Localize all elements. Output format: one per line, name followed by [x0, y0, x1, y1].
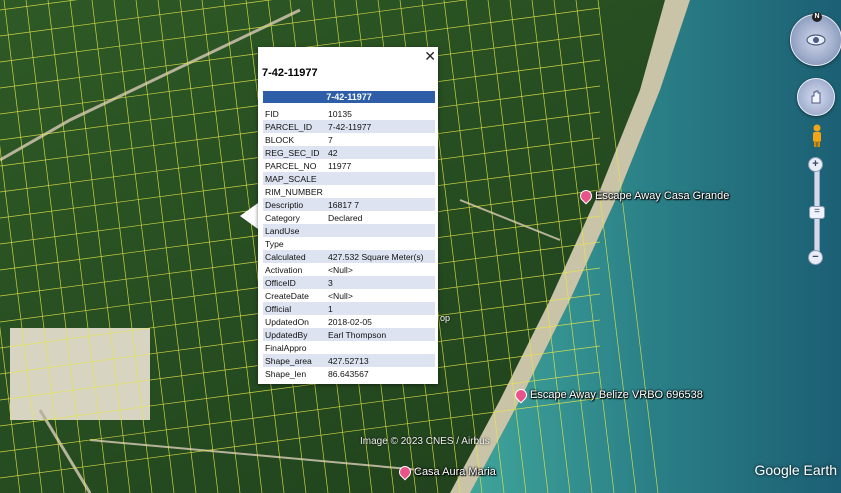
hand-icon	[811, 90, 821, 104]
popup-title: 7-42-11977	[262, 67, 318, 79]
attribute-value: 86.643567	[328, 368, 369, 379]
attribute-value	[326, 341, 435, 354]
attribute-row: REG_SEC_ID 42	[263, 146, 435, 159]
eye-icon	[806, 34, 826, 46]
attribute-value: 10135	[328, 108, 352, 119]
attribute-value: 7-42-11977	[326, 120, 435, 133]
attribute-value: 1	[326, 302, 435, 315]
attribute-value	[326, 172, 435, 185]
attribute-row: Shape_len 86.643567	[263, 367, 435, 380]
attribute-row: CreateDate <Null>	[263, 289, 435, 302]
attribute-value	[326, 185, 435, 198]
attribute-key: Shape_len	[265, 368, 307, 379]
zoom-out-button[interactable]: −	[808, 250, 823, 265]
attribute-table-header: 7-42-11977	[263, 91, 435, 103]
imagery-credit: Image © 2023 CNES / Airbus	[360, 436, 490, 447]
place-casa-aura-maria[interactable]: Casa Aura Maria	[396, 463, 496, 481]
attribute-row: OfficeID 3	[263, 276, 435, 289]
attribute-key: RIM_NUMBER	[265, 186, 323, 197]
place-escape-away-belize-vrbo[interactable]: Escape Away Belize VRBO 696538	[512, 386, 703, 404]
attribute-value: Earl Thompson	[326, 328, 435, 341]
attribute-key: LandUse	[263, 224, 326, 237]
attribute-value: 427.532 Square Meter(s)	[326, 250, 435, 263]
attribute-key: Descriptio	[263, 198, 326, 211]
attribute-row: Shape_area 427.52713	[263, 354, 435, 367]
place-label-partial: op	[440, 313, 451, 323]
attribute-key: OfficeID	[263, 276, 326, 289]
pegman-icon	[813, 124, 821, 147]
attribute-row: PARCEL_ID 7-42-11977	[263, 120, 435, 133]
map-pin-icon	[577, 187, 595, 205]
pan-ring[interactable]	[797, 78, 835, 116]
parcel-info-popup: ✕ 7-42-11977 7-42-11977 FID 10135 PARCEL_I…	[258, 47, 438, 384]
attribute-key: MAP_SCALE	[263, 172, 326, 185]
attribute-key: Category	[265, 212, 300, 223]
attribute-value: 42	[326, 146, 435, 159]
look-control[interactable]: N	[790, 12, 841, 66]
zoom-in-button[interactable]: +	[808, 157, 823, 172]
move-control[interactable]	[797, 78, 835, 116]
north-indicator[interactable]: N	[812, 12, 822, 22]
attribute-row: MAP_SCALE	[263, 172, 435, 185]
attribute-row: Descriptio 16817 7	[263, 198, 435, 211]
attribute-value: 427.52713	[326, 354, 435, 367]
attribute-key: CreateDate	[265, 290, 309, 301]
attribute-key: PARCEL_NO	[265, 160, 317, 171]
attribute-value	[326, 237, 435, 250]
attribute-key: PARCEL_ID	[263, 120, 326, 133]
attribute-value: Declared	[328, 212, 363, 223]
attribute-value: 7	[328, 134, 333, 145]
attribute-key: FID	[265, 108, 279, 119]
place-escape-away-casa-grande[interactable]: Escape Away Casa Grande	[577, 187, 730, 205]
attribute-table: FID 10135 PARCEL_ID 7-42-11977 BLOCK 7 REG_SEC…	[263, 107, 435, 380]
attribute-row: RIM_NUMBER	[263, 185, 435, 198]
attribute-row: Type	[263, 237, 435, 250]
street-view-pegman-icon[interactable]	[810, 124, 824, 153]
attribute-key: REG_SEC_ID	[263, 146, 326, 159]
attribute-row: UpdatedBy Earl Thompson	[263, 328, 435, 341]
attribute-key: FinalAppro	[265, 342, 307, 353]
attribute-row: BLOCK 7	[263, 133, 435, 146]
google-earth-logo: Google Earth	[754, 462, 838, 478]
attribute-row: UpdatedOn 2018-02-05	[263, 315, 435, 328]
attribute-row: LandUse	[263, 224, 435, 237]
attribute-row: PARCEL_NO 11977	[263, 159, 435, 172]
map-pin-icon	[396, 463, 414, 481]
attribute-key: UpdatedOn	[265, 316, 309, 327]
attribute-key: Calculated	[263, 250, 326, 263]
attribute-value: 11977	[328, 160, 352, 171]
attribute-value: <Null>	[328, 290, 353, 301]
attribute-key: Type	[265, 238, 284, 249]
attribute-value: 3	[326, 276, 435, 289]
place-label: Escape Away Casa Grande	[595, 190, 730, 202]
close-icon[interactable]: ✕	[424, 49, 436, 63]
attribute-value	[326, 224, 435, 237]
attribute-key: BLOCK	[265, 134, 295, 145]
attribute-row: Calculated 427.532 Square Meter(s)	[263, 250, 435, 263]
attribute-value: <Null>	[328, 264, 353, 275]
popup-pointer	[240, 203, 258, 229]
place-label: Escape Away Belize VRBO 696538	[530, 389, 703, 401]
attribute-value: 2018-02-05	[328, 316, 372, 327]
map-pin-icon	[512, 386, 530, 404]
attribute-key: Official	[263, 302, 326, 315]
attribute-key: Shape_area	[263, 354, 326, 367]
attribute-row: Activation <Null>	[263, 263, 435, 276]
attribute-key: Activation	[265, 264, 303, 275]
place-label: Casa Aura Maria	[414, 466, 496, 478]
attribute-row: Official 1	[263, 302, 435, 315]
attribute-row: Category Declared	[263, 211, 435, 224]
attribute-row: FID 10135	[263, 107, 435, 120]
attribute-key: UpdatedBy	[263, 328, 326, 341]
zoom-slider-thumb[interactable]: =	[809, 206, 825, 219]
attribute-row: FinalAppro	[263, 341, 435, 354]
attribute-value: 16817 7	[326, 198, 435, 211]
